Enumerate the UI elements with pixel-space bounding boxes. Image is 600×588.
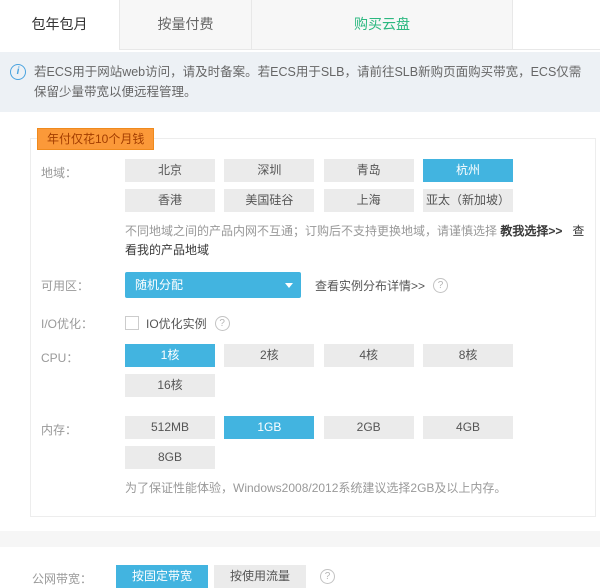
io-row: I/O优化： IO优化实例 ? [41, 310, 595, 332]
cpu-option-1core[interactable]: 1核 [125, 344, 215, 367]
cpu-option-4core[interactable]: 4核 [324, 344, 414, 367]
memory-option-512mb[interactable]: 512MB [125, 416, 215, 439]
region-option-beijing[interactable]: 北京 [125, 159, 215, 182]
teach-me-choose-link[interactable]: 教我选择>> [500, 224, 562, 238]
io-label: I/O优化： [41, 310, 125, 332]
region-option-shenzhen[interactable]: 深圳 [224, 159, 314, 182]
region-note: 不同地域之间的产品内网不互通；订购后不支持更换地域，请谨慎选择 教我选择>> 查… [125, 222, 595, 260]
region-row: 地域： 北京 深圳 青岛 杭州 香港 美国硅谷 上海 亚太（新加坡） 不同地域之… [41, 159, 595, 260]
memory-option-8gb[interactable]: 8GB [125, 446, 215, 469]
memory-note: 为了保证性能体验，Windows2008/2012系统建议选择2GB及以上内存。 [125, 479, 595, 498]
zone-controls: 随机分配 查看实例分布详情>> ? [125, 272, 448, 298]
memory-option-2gb[interactable]: 2GB [324, 416, 414, 439]
zone-dropdown-value: 随机分配 [135, 278, 183, 292]
cpu-row: CPU： 1核 2核 4核 8核 16核 [41, 344, 595, 404]
memory-row: 内存： 512MB 1GB 2GB 4GB 8GB 为了保证性能体验，Windo… [41, 416, 595, 498]
chevron-down-icon [285, 283, 293, 288]
tab-postpaid[interactable]: 按量付费 [120, 0, 252, 50]
zone-question-icon[interactable]: ? [433, 278, 448, 293]
region-option-qingdao[interactable]: 青岛 [324, 159, 414, 182]
cpu-option-2core[interactable]: 2核 [224, 344, 314, 367]
cpu-option-16core[interactable]: 16核 [125, 374, 215, 397]
info-banner: i 若ECS用于网站web访问，请及时备案。若ECS用于SLB，请前往SLB新购… [0, 52, 600, 112]
memory-option-4gb[interactable]: 4GB [423, 416, 513, 439]
io-checkbox-label: IO优化实例 [146, 315, 207, 332]
tabs-filler [513, 0, 600, 50]
region-options: 北京 深圳 青岛 杭州 香港 美国硅谷 上海 亚太（新加坡） 不同地域之间的产品… [125, 159, 595, 260]
info-banner-text: 若ECS用于网站web访问，请及时备案。若ECS用于SLB，请前往SLB新购页面… [34, 62, 584, 102]
bandwidth-section: 公网带宽： 按固定带宽 按使用流量 ? [0, 547, 600, 588]
zone-label: 可用区： [41, 272, 125, 298]
region-option-hongkong[interactable]: 香港 [125, 189, 215, 212]
promo-badge: 年付仅花10个月钱 [37, 128, 154, 150]
region-option-hangzhou[interactable]: 杭州 [423, 159, 513, 182]
bandwidth-question-icon[interactable]: ? [320, 569, 335, 584]
tab-buy-disk[interactable]: 购买云盘 [252, 0, 513, 50]
bandwidth-option-traffic[interactable]: 按使用流量 [214, 565, 306, 588]
bandwidth-controls: 按固定带宽 按使用流量 ? [116, 565, 335, 588]
zone-row: 可用区： 随机分配 查看实例分布详情>> ? [41, 272, 595, 298]
section-divider [0, 531, 600, 547]
info-icon: i [10, 64, 26, 80]
cpu-option-8core[interactable]: 8核 [423, 344, 513, 367]
memory-options: 512MB 1GB 2GB 4GB 8GB 为了保证性能体验，Windows20… [125, 416, 595, 498]
cpu-label: CPU： [41, 344, 125, 404]
region-option-shanghai[interactable]: 上海 [324, 189, 414, 212]
region-note-text: 不同地域之间的产品内网不互通；订购后不支持更换地域，请谨慎选择 [125, 224, 497, 238]
memory-option-1gb[interactable]: 1GB [224, 416, 314, 439]
region-label: 地域： [41, 159, 125, 260]
top-tabs: 包年包月 按量付费 购买云盘 [0, 0, 600, 50]
cpu-options: 1核 2核 4核 8核 16核 [125, 344, 595, 404]
bandwidth-label: 公网带宽： [32, 565, 116, 588]
bandwidth-option-fixed[interactable]: 按固定带宽 [116, 565, 208, 588]
config-panel: 年付仅花10个月钱 地域： 北京 深圳 青岛 杭州 香港 美国硅谷 上海 亚太（… [30, 138, 596, 517]
memory-label: 内存： [41, 416, 125, 498]
tab-prepaid[interactable]: 包年包月 [0, 0, 120, 50]
instance-distribution-link[interactable]: 查看实例分布详情>> [315, 277, 425, 294]
io-controls: IO优化实例 ? [125, 310, 230, 332]
zone-dropdown[interactable]: 随机分配 [125, 272, 301, 298]
region-option-singapore[interactable]: 亚太（新加坡） [423, 189, 513, 212]
io-checkbox[interactable] [125, 316, 139, 330]
region-option-us-silicon-valley[interactable]: 美国硅谷 [224, 189, 314, 212]
io-question-icon[interactable]: ? [215, 316, 230, 331]
